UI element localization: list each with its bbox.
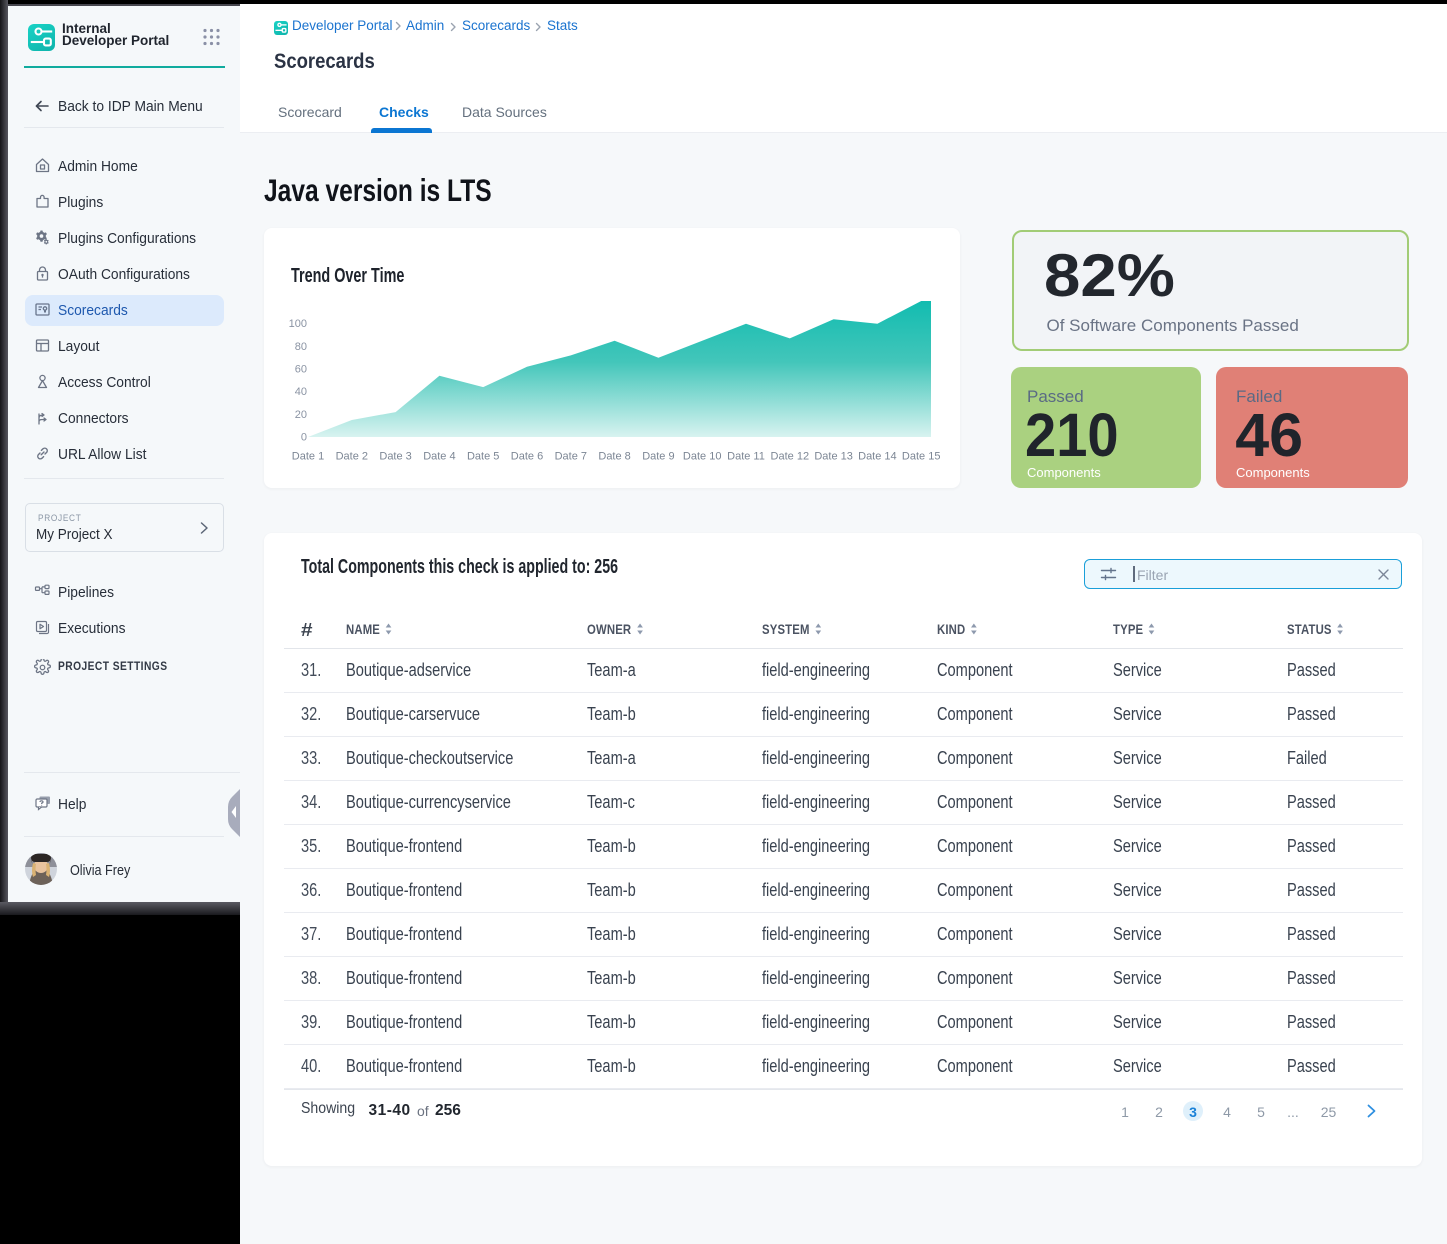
svg-text:Date 8: Date 8	[598, 451, 630, 463]
svg-text:Date 13: Date 13	[814, 451, 853, 463]
svg-text:20: 20	[295, 409, 307, 421]
svg-text:Date 3: Date 3	[379, 451, 411, 463]
svg-text:80: 80	[295, 341, 307, 353]
svg-text:Date 11: Date 11	[727, 451, 765, 463]
svg-text:60: 60	[295, 364, 307, 376]
svg-text:Date 10: Date 10	[683, 451, 722, 463]
svg-text:40: 40	[295, 386, 307, 398]
svg-text:Date 6: Date 6	[511, 451, 543, 463]
svg-text:Date 2: Date 2	[336, 451, 368, 463]
svg-text:Date 7: Date 7	[555, 451, 587, 463]
svg-text:Date 1: Date 1	[292, 451, 324, 463]
svg-text:Date 4: Date 4	[423, 451, 455, 463]
svg-text:Date 9: Date 9	[642, 451, 674, 463]
svg-text:0: 0	[301, 432, 307, 444]
svg-text:100: 100	[289, 318, 307, 330]
svg-text:Date 12: Date 12	[771, 451, 810, 463]
svg-text:Date 5: Date 5	[467, 451, 499, 463]
svg-text:Date 15: Date 15	[902, 451, 941, 463]
svg-text:Date 14: Date 14	[858, 451, 897, 463]
